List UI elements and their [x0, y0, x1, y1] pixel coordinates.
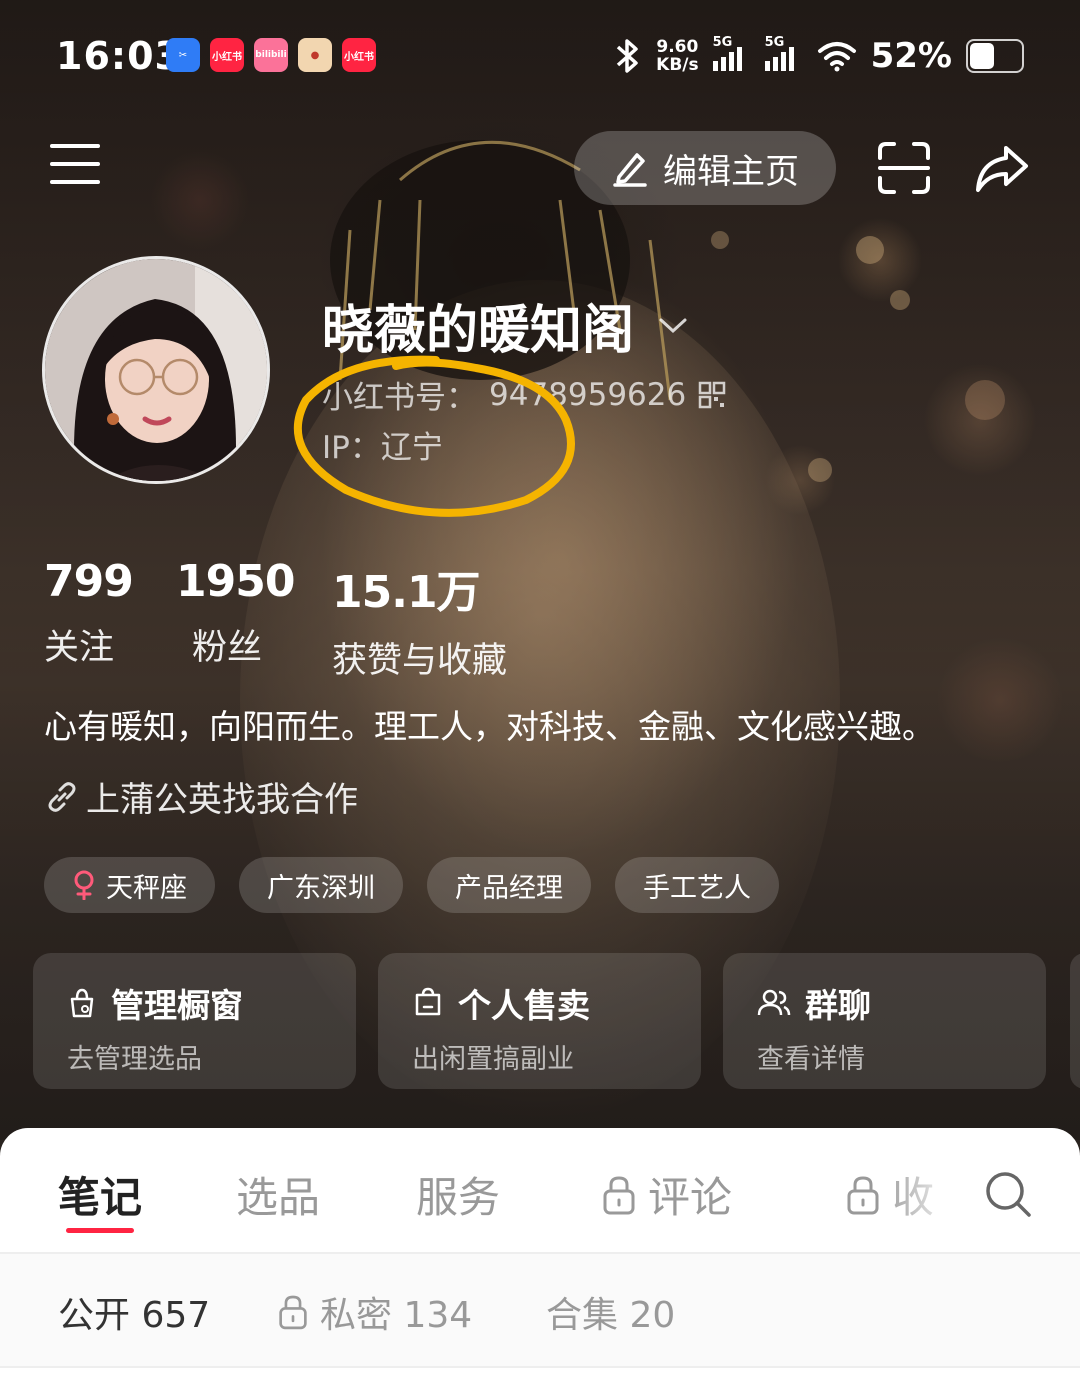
female-icon — [74, 870, 94, 900]
ip-location: IP：辽宁 — [322, 430, 443, 466]
menu-icon[interactable] — [50, 142, 100, 186]
tab-overflow-fade — [880, 1148, 960, 1228]
cooperation-text: 上蒲公英找我合作 — [86, 780, 358, 820]
tag-zodiac[interactable]: 天秤座 — [44, 857, 215, 913]
card-group-chat[interactable]: 群聊 查看详情 — [723, 953, 1046, 1089]
tag-hobby[interactable]: 手工艺人 — [615, 857, 779, 913]
tab-services[interactable]: 服务 — [416, 1164, 500, 1225]
red-id-label: 小红书号： — [322, 380, 477, 416]
battery-percent: 52% — [870, 36, 952, 76]
card-manage-showcase[interactable]: 管理橱窗 去管理选品 — [33, 953, 356, 1089]
profile-stats: 799 关注 1950 粉丝 15.1万 获赞与收藏 — [44, 556, 507, 683]
main-tabbar: 笔记 选品 服务 评论 收 — [0, 1128, 1080, 1252]
status-bar: 16:03 ✂ 小红书 bilibili ● 小红书 9.60 KB/s 5G … — [0, 0, 1080, 110]
content-tabs-panel: 笔记 选品 服务 评论 收 公开 657 — [0, 1128, 1080, 1400]
stat-likes-collections[interactable]: 15.1万 获赞与收藏 — [332, 556, 507, 683]
bilibili-icon: bilibili — [254, 38, 288, 72]
wifi-icon — [817, 42, 856, 72]
subtab-private[interactable]: 私密 134 — [278, 1286, 472, 1338]
tag-location[interactable]: 广东深圳 — [239, 857, 403, 913]
status-time: 16:03 — [56, 34, 182, 78]
avatar-photo — [45, 259, 267, 481]
active-tab-indicator — [66, 1228, 134, 1233]
signal-5g-1-icon: 5G — [712, 35, 751, 71]
group-icon — [757, 989, 791, 1016]
lock-icon — [279, 1295, 307, 1330]
search-icon[interactable] — [982, 1168, 1034, 1220]
red-id-row[interactable]: 小红书号： 9478959626 — [322, 372, 726, 417]
lock-icon — [603, 1175, 635, 1214]
tab-products[interactable]: 选品 — [236, 1164, 320, 1225]
tag-profession[interactable]: 产品经理 — [427, 857, 591, 913]
feature-cards: 管理橱窗 去管理选品 个人售卖 出闲置搞副业 群聊 查看详情 — [33, 953, 1046, 1089]
subtab-public[interactable]: 公开 657 — [58, 1286, 210, 1338]
avatar[interactable] — [42, 256, 270, 484]
stat-following[interactable]: 799 关注 — [44, 556, 176, 683]
stat-followers[interactable]: 1950 粉丝 — [176, 556, 332, 683]
tv-app-icon: ✂ — [166, 38, 200, 72]
chevron-down-icon[interactable] — [658, 316, 688, 336]
card-next-peek[interactable] — [1070, 953, 1080, 1089]
bluetooth-icon — [616, 39, 638, 73]
lock-icon — [847, 1175, 879, 1214]
subtab-collections[interactable]: 合集 20 — [546, 1286, 675, 1338]
red-id-value: 9478959626 — [489, 376, 687, 413]
notes-subtabs: 公开 657 私密 134 合集 20 — [0, 1254, 1080, 1366]
subtabs-divider — [0, 1366, 1080, 1368]
signal-5g-2-icon: 5G — [764, 35, 803, 71]
shop-bag-icon — [70, 988, 94, 1018]
qr-code-icon[interactable] — [698, 381, 726, 409]
xiaohongshu-icon-2: 小红书 — [342, 38, 376, 72]
game-app-icon: ● — [298, 38, 332, 72]
share-icon[interactable] — [972, 138, 1032, 198]
profile-bio: 心有暖知，向阳而生。理工人，对科技、金融、文化感兴趣。 — [44, 707, 935, 746]
battery-icon — [966, 39, 1024, 73]
tab-notes[interactable]: 笔记 — [58, 1164, 142, 1225]
tab-comments[interactable]: 评论 — [602, 1164, 732, 1225]
net-speed: 9.60 KB/s — [656, 37, 699, 75]
nickname-text: 晓薇的暖知阁 — [322, 301, 635, 361]
pencil-icon — [613, 153, 647, 187]
profile-tags: 天秤座 广东深圳 产品经理 手工艺人 — [44, 857, 779, 913]
xiaohongshu-icon: 小红书 — [210, 38, 244, 72]
scan-icon[interactable] — [874, 138, 934, 198]
cooperation-link[interactable]: 上蒲公英找我合作 — [44, 772, 358, 821]
sell-bag-icon — [415, 987, 441, 1016]
card-personal-sell[interactable]: 个人售卖 出闲置搞副业 — [378, 953, 701, 1089]
edit-profile-button[interactable]: 编辑主页 — [574, 131, 836, 205]
profile-nickname[interactable]: 晓薇的暖知阁 — [322, 288, 688, 363]
edit-profile-label: 编辑主页 — [663, 151, 799, 192]
notification-app-icons: ✂ 小红书 bilibili ● 小红书 — [166, 38, 376, 72]
link-icon — [48, 781, 76, 812]
